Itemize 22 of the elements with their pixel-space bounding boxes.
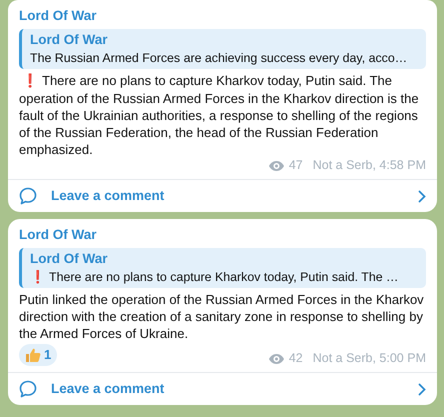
view-count: 47 — [288, 158, 303, 173]
post-signature: Not a Serb, 4:58 PM — [312, 158, 426, 173]
reaction-button[interactable]: 1 — [19, 344, 58, 366]
sender-name: Lord Of War — [19, 226, 96, 244]
chevron-right-icon — [418, 190, 426, 202]
eye-icon — [268, 354, 284, 364]
comment-icon — [19, 187, 37, 205]
comment-button[interactable]: Leave a comment — [8, 372, 437, 405]
message-text: ❗ There are no plans to capture Kharkov today, Putin said. The operation of the Russian Armed Forces in the Kharkov direction is the fault of the Ukrainian authorities, a response to shelling of the regions of the Russian Federation, the head of the Russian Federation emphasized. — [19, 72, 420, 158]
sender-name: Lord Of War — [19, 7, 96, 25]
chevron-right-icon — [418, 382, 426, 396]
message-text: Putin linked the operation of the Russian Armed Forces in the Kharkov direction with the creation of a sanitary zone in response to shelling by the Armed Forces of Ukraine. — [19, 291, 425, 342]
view-count: 42 — [288, 351, 303, 366]
comment-icon — [19, 380, 37, 398]
quote-text: ❗ There are no plans to capture Kharkov today, Putin said. The … — [30, 268, 398, 286]
quote-sender: Lord Of War — [30, 250, 108, 268]
quote-sender: Lord Of War — [30, 31, 108, 49]
quote-text: The Russian Armed Forces are achieving success every day, acco… — [30, 50, 408, 67]
comment-button[interactable]: Leave a comment — [8, 179, 437, 212]
eye-icon — [268, 160, 284, 170]
thumbs-up-icon — [25, 347, 41, 363]
post-signature: Not a Serb, 5:00 PM — [312, 351, 426, 366]
